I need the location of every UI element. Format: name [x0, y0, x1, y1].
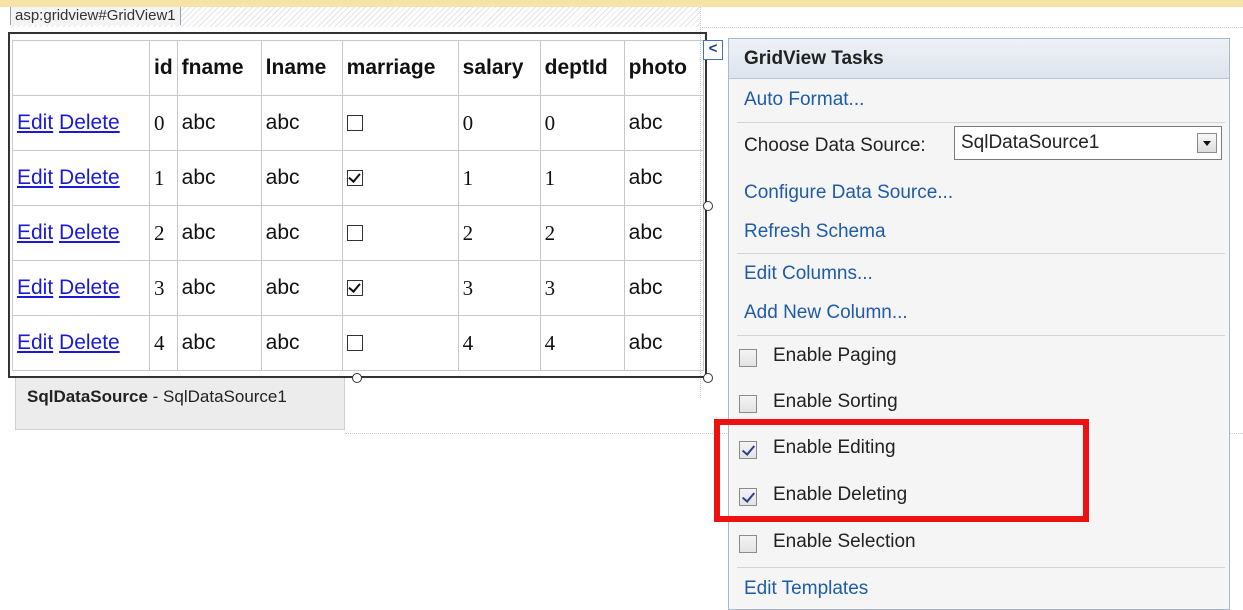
data-source-select[interactable]: SqlDataSource1	[954, 126, 1222, 160]
configure-data-source-link[interactable]: Configure Data Source...	[744, 182, 953, 204]
panel-title: GridView Tasks	[729, 39, 1229, 79]
gridview-tasks-panel: GridView Tasks Auto Format... Choose Dat…	[728, 38, 1230, 610]
collapse-tasks-button[interactable]: <	[703, 40, 723, 60]
refresh-schema-link[interactable]: Refresh Schema	[744, 221, 886, 243]
datasource-type: SqlDataSource	[27, 387, 148, 406]
option-label: Enable Selection	[773, 531, 916, 552]
add-new-column-link[interactable]: Add New Column...	[744, 302, 908, 324]
option-label: Enable Sorting	[773, 391, 898, 412]
control-tag[interactable]: asp:gridview#GridView1	[10, 7, 181, 25]
resize-handle-corner[interactable]	[703, 373, 713, 383]
panel-separator	[737, 335, 1225, 336]
panel-separator	[737, 122, 1225, 123]
designer-top-rule	[0, 0, 1243, 7]
enable-selection-checkbox[interactable]	[739, 535, 757, 553]
panel-separator	[737, 253, 1225, 254]
sqldatasource-control[interactable]: SqlDataSource - SqlDataSource1	[15, 378, 345, 430]
auto-format-link[interactable]: Auto Format...	[744, 89, 864, 111]
choose-data-source-label: Choose Data Source:	[744, 135, 926, 156]
data-source-value: SqlDataSource1	[961, 132, 1100, 153]
edit-columns-link[interactable]: Edit Columns...	[744, 263, 873, 285]
datasource-separator: -	[147, 387, 164, 406]
enable-paging-checkbox[interactable]	[739, 349, 757, 367]
annotation-highlight-box	[714, 419, 1089, 522]
option-label: Enable Paging	[773, 345, 897, 366]
resize-handle-bottom[interactable]	[352, 373, 362, 383]
datasource-name: SqlDataSource1	[163, 387, 287, 406]
enable-sorting-checkbox[interactable]	[739, 395, 757, 413]
edit-templates-link[interactable]: Edit Templates	[744, 578, 868, 600]
gridview-selection-frame[interactable]	[8, 32, 707, 378]
resize-handle-right[interactable]	[703, 201, 713, 211]
panel-separator	[737, 567, 1225, 568]
chevron-down-icon[interactable]	[1197, 133, 1217, 153]
designer-guide-top	[700, 27, 1243, 28]
